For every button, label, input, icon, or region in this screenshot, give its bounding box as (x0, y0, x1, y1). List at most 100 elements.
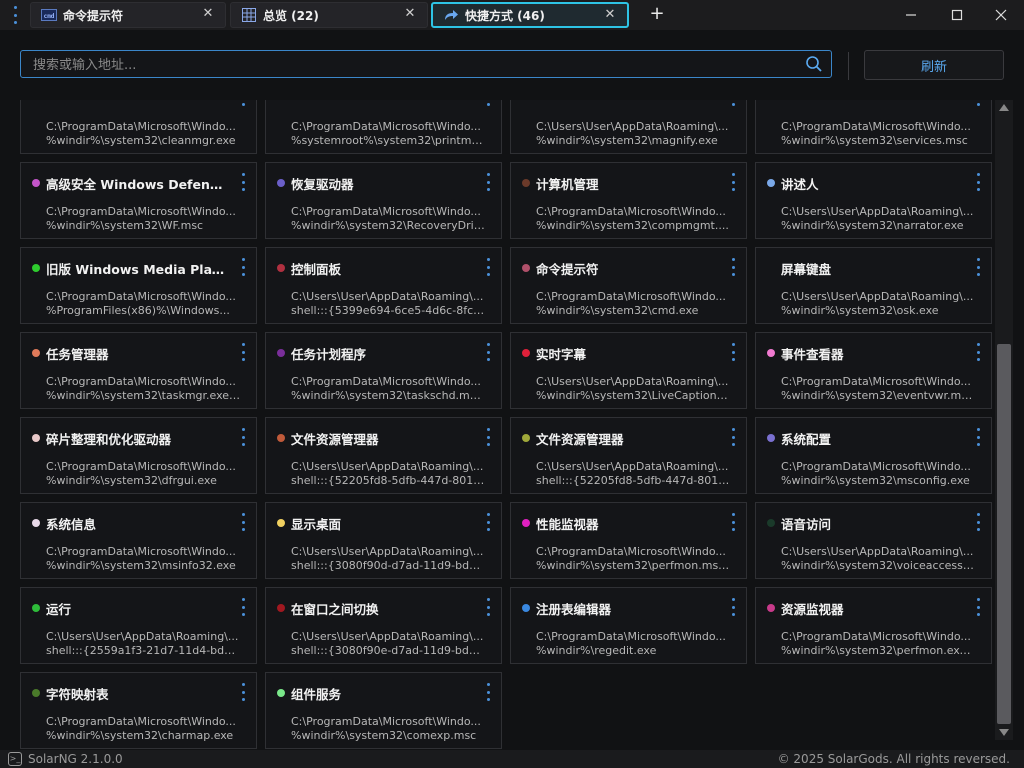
shortcut-name: 任务管理器 (46, 347, 109, 362)
shortcut-card[interactable]: 事件查看器 C:\ProgramData\Microsoft\Windo... %w… (755, 332, 992, 409)
maximize-button[interactable] (934, 0, 980, 30)
more-options-icon[interactable] (240, 258, 246, 276)
shortcut-card[interactable]: 注册表编辑器 C:\ProgramData\Microsoft\Windo...%… (510, 587, 747, 664)
shortcut-location: C:\ProgramData\Microsoft\Windo... (46, 545, 236, 558)
close-icon[interactable]: ✕ (403, 7, 417, 21)
more-options-icon[interactable] (975, 513, 981, 531)
close-icon[interactable]: ✕ (603, 8, 617, 22)
shortcut-card[interactable]: 任务管理器 C:\ProgramData\Microsoft\Windo... %w… (20, 332, 257, 409)
shortcut-card[interactable]: 控制面板 C:\Users\User\AppData\Roaming\... she… (265, 247, 502, 324)
more-options-icon[interactable] (975, 100, 981, 106)
more-options-icon[interactable] (240, 343, 246, 361)
shortcut-name: 运行 (46, 602, 72, 617)
color-dot (32, 434, 40, 442)
more-options-icon[interactable] (485, 598, 491, 616)
shortcut-location: C:\ProgramData\Microsoft\Windo... (536, 630, 726, 643)
shortcut-target: %systemroot%\system32\printma... (291, 134, 486, 147)
more-options-icon[interactable] (485, 173, 491, 191)
shortcut-card[interactable]: 屏幕键盘 C:\Users\User\AppData\Roaming\... %wi… (755, 247, 992, 324)
search-icon[interactable] (805, 55, 823, 73)
shortcut-location: C:\Users\User\AppData\Roaming\... (536, 375, 729, 388)
more-options-icon[interactable] (240, 100, 246, 106)
shortcut-card[interactable]: C:\ProgramData\Microsoft\Windo... %windir… (20, 100, 257, 154)
shortcut-card[interactable]: 显示桌面 C:\Users\User\AppData\Roaming\... she… (265, 502, 502, 579)
refresh-button[interactable]: 刷新 (864, 50, 1004, 80)
more-options-icon[interactable] (240, 513, 246, 531)
more-options-icon[interactable] (730, 173, 736, 191)
more-options-icon[interactable] (485, 258, 491, 276)
more-options-icon[interactable] (240, 173, 246, 191)
shortcut-card[interactable]: 恢复驱动器 C:\ProgramData\Microsoft\Windo... %w… (265, 162, 502, 239)
color-dot (32, 604, 40, 612)
shortcut-card[interactable]: 实时字幕 C:\Users\User\AppData\Roaming\... %wi… (510, 332, 747, 409)
more-options-icon[interactable] (975, 258, 981, 276)
shortcut-target: %windir%\system32\WF.msc (46, 219, 204, 232)
shortcut-card[interactable]: 字符映射表 C:\ProgramData\Microsoft\Windo... %w… (20, 672, 257, 749)
more-options-icon[interactable] (730, 598, 736, 616)
shortcut-name: 在窗口之间切换 (291, 602, 379, 617)
more-options-icon[interactable] (730, 428, 736, 446)
shortcut-card[interactable]: 系统信息 C:\ProgramData\Microsoft\Windo... %wi… (20, 502, 257, 579)
address-bar[interactable] (20, 50, 832, 79)
close-window-button[interactable] (978, 0, 1024, 30)
shortcut-card[interactable]: 语音访问 C:\Users\User\AppData\Roaming\... %wi… (755, 502, 992, 579)
shortcut-card[interactable]: 组件服务 C:\ProgramData\Microsoft\Windo... %wi… (265, 672, 502, 749)
shortcut-card[interactable]: C:\ProgramData\Microsoft\Windo... %system… (265, 100, 502, 154)
shortcut-target: shell:::{5399e694-6ce5-4d6c-8fce-... (291, 304, 486, 317)
more-options-icon[interactable] (730, 343, 736, 361)
more-options-icon[interactable] (975, 598, 981, 616)
color-dot (767, 519, 775, 527)
close-icon[interactable]: ✕ (201, 7, 215, 21)
more-options-icon[interactable] (485, 100, 491, 106)
more-options-icon[interactable] (975, 173, 981, 191)
scrollbar-thumb[interactable] (997, 344, 1011, 724)
tab-command-prompt[interactable]: cmd 命令提示符 ✕ (30, 2, 226, 28)
more-options-icon[interactable] (485, 513, 491, 531)
shortcut-card[interactable]: 文件资源管理器 C:\Users\User\AppData\Roaming\...… (510, 417, 747, 494)
more-options-icon[interactable] (975, 343, 981, 361)
more-options-icon[interactable] (730, 513, 736, 531)
shortcut-target: %windir%\system32\services.msc (781, 134, 968, 147)
more-options-icon[interactable] (485, 343, 491, 361)
color-dot (522, 434, 530, 442)
shortcut-target: %windir%\system32\magnify.exe (536, 134, 718, 147)
scroll-up-icon[interactable] (999, 104, 1009, 111)
shortcut-name: 屏幕键盘 (781, 262, 832, 277)
shortcut-card[interactable]: 资源监视器 C:\ProgramData\Microsoft\Windo... %w… (755, 587, 992, 664)
more-options-icon[interactable] (240, 598, 246, 616)
shortcut-card[interactable]: 碎片整理和优化驱动器 C:\ProgramData\Microsoft\Windo… (20, 417, 257, 494)
search-input[interactable] (31, 51, 795, 79)
app-menu-icon[interactable] (8, 6, 22, 24)
tab-shortcuts[interactable]: 快捷方式 (46) ✕ (431, 2, 629, 28)
shortcut-location: C:\Users\User\AppData\Roaming\... (46, 630, 239, 643)
scrollbar[interactable] (995, 100, 1013, 740)
shortcut-card[interactable]: 旧版 Windows Media Player C:\ProgramData\Mi… (20, 247, 257, 324)
shortcut-card[interactable]: 运行 C:\Users\User\AppData\Roaming\... shell… (20, 587, 257, 664)
shortcut-card[interactable]: 计算机管理 C:\ProgramData\Microsoft\Windo... %w… (510, 162, 747, 239)
scroll-down-icon[interactable] (999, 729, 1009, 736)
shortcut-card[interactable]: 命令提示符 C:\ProgramData\Microsoft\Windo... %w… (510, 247, 747, 324)
shortcut-card[interactable]: 系统配置 C:\ProgramData\Microsoft\Windo... %wi… (755, 417, 992, 494)
minimize-button[interactable] (888, 0, 934, 30)
shortcut-card[interactable]: C:\ProgramData\Microsoft\Windo... %windir… (755, 100, 992, 154)
more-options-icon[interactable] (730, 100, 736, 106)
shortcut-card[interactable]: C:\Users\User\AppData\Roaming\... %windir… (510, 100, 747, 154)
more-options-icon[interactable] (485, 428, 491, 446)
more-options-icon[interactable] (975, 428, 981, 446)
shortcut-card[interactable]: 在窗口之间切换 C:\Users\User\AppData\Roaming\...… (265, 587, 502, 664)
tab-overview[interactable]: 总览 (22) ✕ (230, 2, 428, 28)
more-options-icon[interactable] (240, 428, 246, 446)
shortcut-card[interactable]: 讲述人 C:\Users\User\AppData\Roaming\... %win… (755, 162, 992, 239)
more-options-icon[interactable] (730, 258, 736, 276)
shortcut-name: 组件服务 (291, 687, 342, 702)
more-options-icon[interactable] (485, 683, 491, 701)
shortcut-card[interactable]: 高级安全 Windows Defender... C:\ProgramData\M… (20, 162, 257, 239)
more-options-icon[interactable] (240, 683, 246, 701)
new-tab-button[interactable]: + (648, 4, 666, 24)
shortcut-location: C:\Users\User\AppData\Roaming\... (291, 290, 484, 303)
shortcut-card[interactable]: 文件资源管理器 C:\Users\User\AppData\Roaming\...… (265, 417, 502, 494)
shortcut-card[interactable]: 性能监视器 C:\ProgramData\Microsoft\Windo... %w… (510, 502, 747, 579)
shortcut-card[interactable]: 任务计划程序 C:\ProgramData\Microsoft\Windo...%… (265, 332, 502, 409)
shortcut-grid: C:\ProgramData\Microsoft\Windo... %windir… (0, 100, 994, 750)
shortcut-target: %windir%\system32\charmap.exe (46, 729, 234, 742)
